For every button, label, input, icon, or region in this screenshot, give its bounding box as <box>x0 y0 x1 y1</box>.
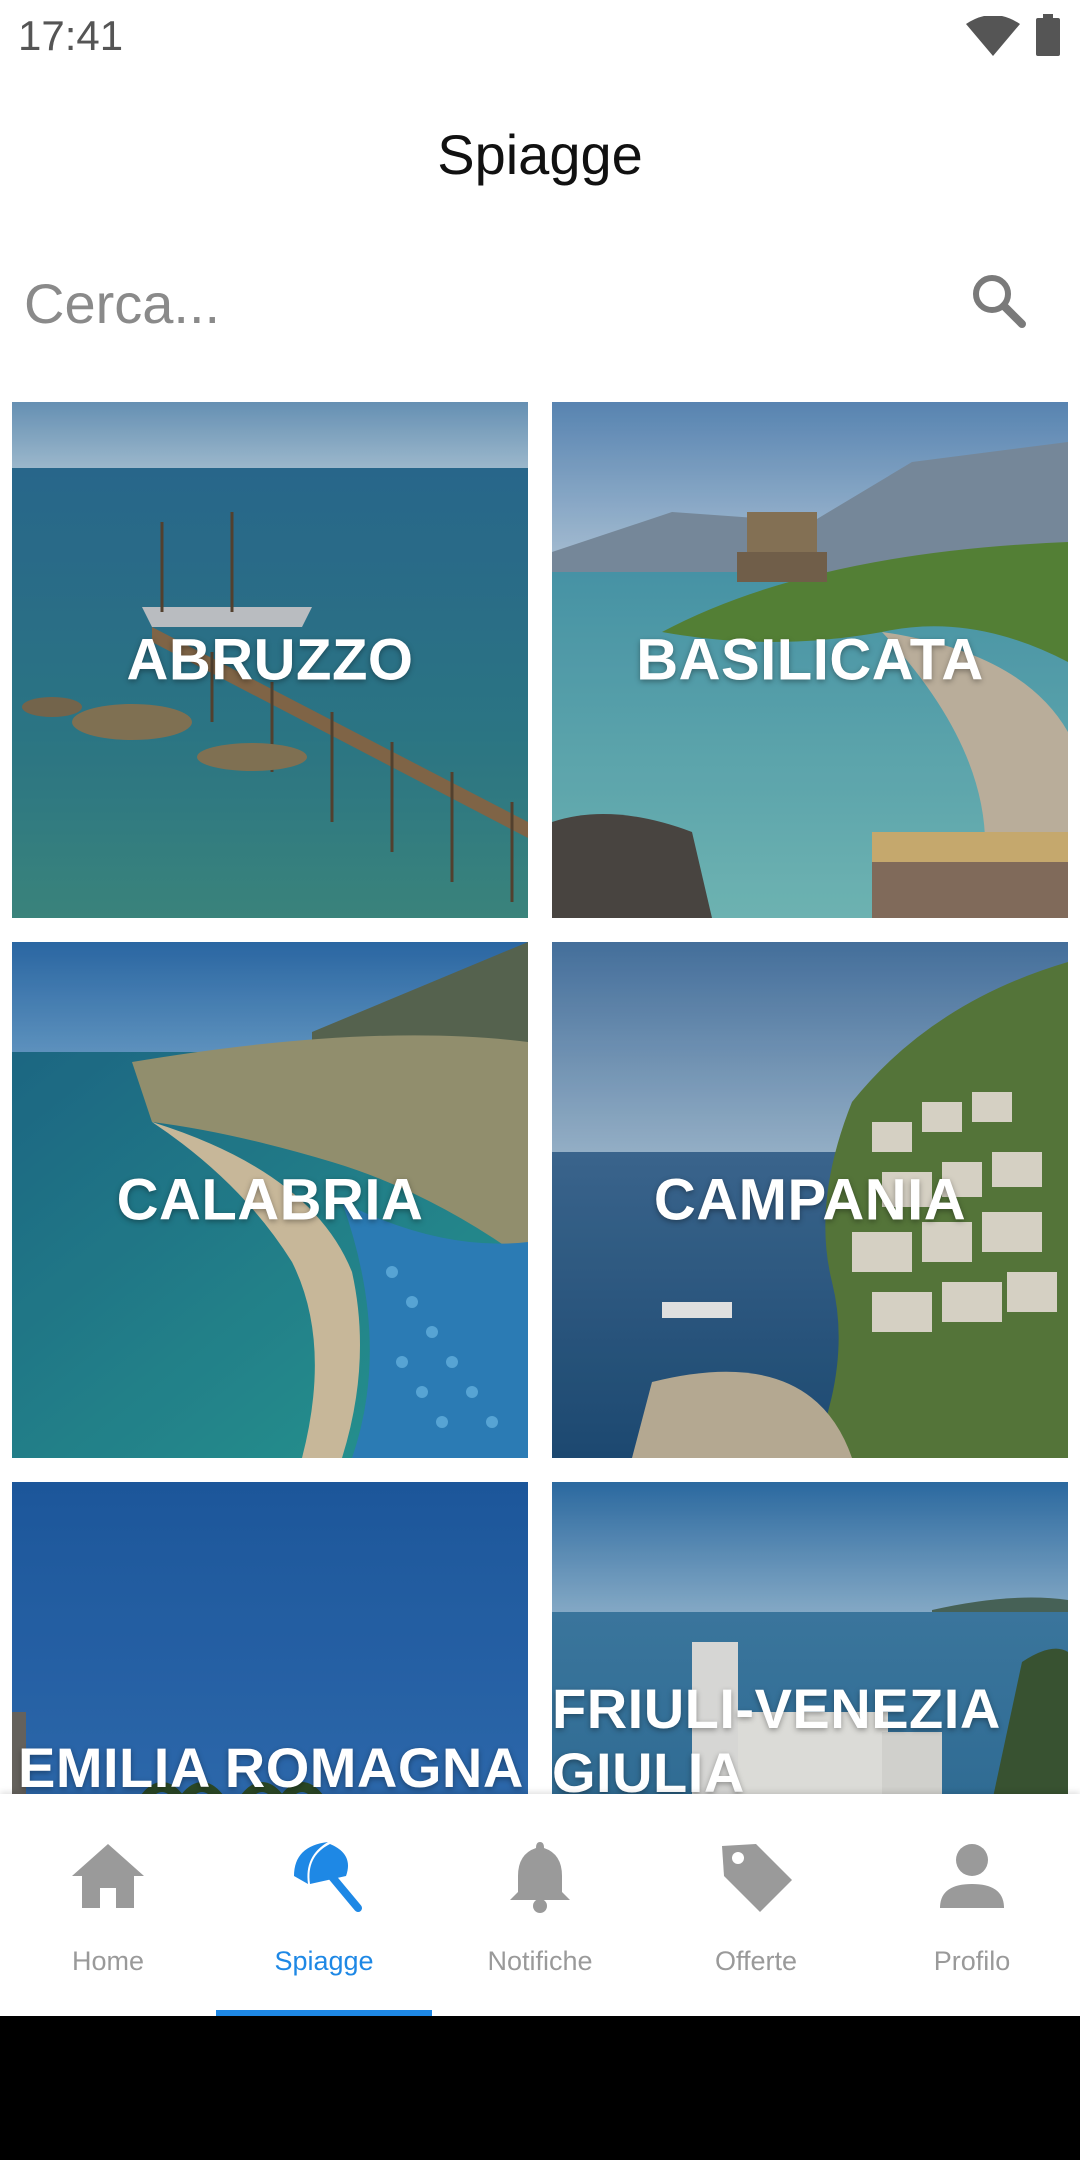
bottom-nav: Home Spiagge Notifiche Offerte Profilo <box>0 1794 1080 2016</box>
nav-item-offerte[interactable]: Offerte <box>648 1794 864 2016</box>
search-icon[interactable] <box>968 270 1028 330</box>
system-nav-bar <box>0 2016 1080 2160</box>
region-card-friuli-venezia-giulia[interactable]: FRIULI-VENEZIA GIULIA <box>552 1482 1068 1794</box>
screen: 17:41 Spiagge Cerca... ABRUZZO BASILICAT… <box>0 0 1080 2160</box>
region-card-campania[interactable]: CAMPANIA <box>552 942 1068 1458</box>
region-label: BASILICATA <box>636 627 984 693</box>
status-bar: 17:41 <box>0 0 1080 72</box>
region-card-emilia-romagna[interactable]: EMILIA ROMAGNA <box>12 1482 528 1794</box>
region-grid: ABRUZZO BASILICATA CALABRIA CAMPANIA EMI… <box>12 402 1068 1794</box>
tag-icon <box>722 1844 792 1912</box>
region-card-calabria[interactable]: CALABRIA <box>12 942 528 1458</box>
region-label: CALABRIA <box>116 1167 424 1233</box>
nav-label-spiagge: Spiagge <box>274 1946 374 1976</box>
nav-label-profilo: Profilo <box>933 1946 1011 1976</box>
battery-icon <box>1036 14 1060 56</box>
region-label: EMILIA ROMAGNA <box>18 1736 524 1794</box>
nav-label-home: Home <box>71 1946 145 1976</box>
search-bar <box>0 250 1080 360</box>
region-card-abruzzo[interactable]: ABRUZZO <box>12 402 528 918</box>
nav-item-notifiche[interactable]: Notifiche <box>432 1794 648 2016</box>
region-label: FRIULI-VENEZIA GIULIA <box>552 1677 999 1794</box>
region-card-basilicata[interactable]: BASILICATA <box>552 402 1068 918</box>
nav-item-profilo[interactable]: Profilo <box>864 1794 1080 2016</box>
bell-icon <box>510 1842 570 1913</box>
search-input[interactable] <box>24 268 924 338</box>
page-title: Spiagge <box>437 123 643 186</box>
wifi-icon <box>966 16 1020 56</box>
status-time: 17:41 <box>18 12 124 59</box>
nav-item-spiagge[interactable]: Spiagge <box>216 1794 432 2016</box>
region-label: ABRUZZO <box>126 627 414 693</box>
nav-label-offerte: Offerte <box>714 1946 798 1976</box>
nav-item-home[interactable]: Home <box>0 1794 216 2016</box>
person-icon <box>940 1844 1004 1908</box>
beach-umbrella-icon <box>294 1842 362 1912</box>
region-label: CAMPANIA <box>653 1167 967 1233</box>
home-icon <box>72 1844 144 1908</box>
nav-label-notifiche: Notifiche <box>487 1946 593 1976</box>
